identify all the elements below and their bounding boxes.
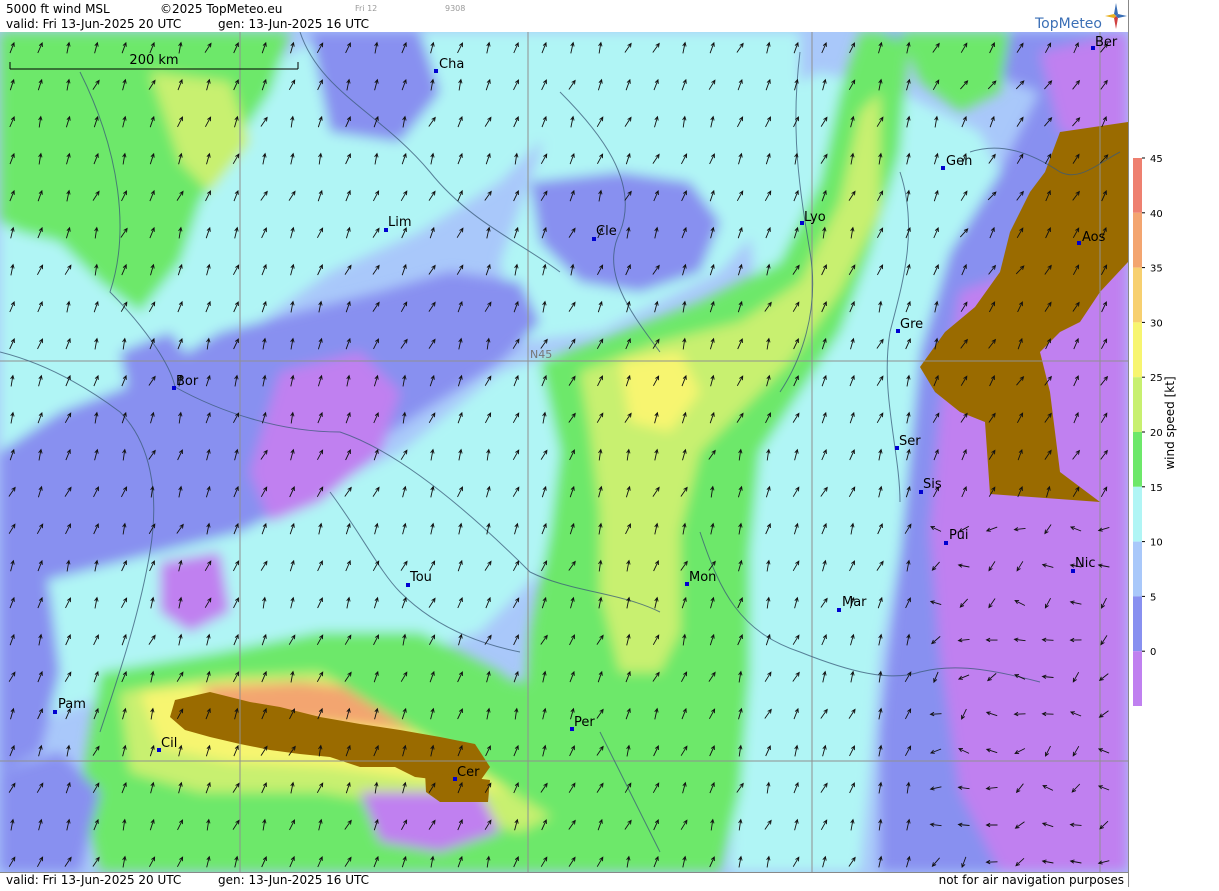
legend-tick-label: 5 xyxy=(1150,592,1156,603)
city-ber[interactable]: Ber xyxy=(1091,35,1118,50)
svg-text:Cle: Cle xyxy=(596,224,617,239)
city-per[interactable]: Per xyxy=(570,715,595,731)
city-gen[interactable]: Gen xyxy=(941,154,972,170)
legend-tick-label: 0 xyxy=(1150,647,1156,658)
city-aos[interactable]: Aos xyxy=(1077,230,1106,245)
svg-text:Cha: Cha xyxy=(439,57,464,72)
city-cil[interactable]: Cil xyxy=(157,736,177,752)
wind-speed-field: 200 km N45 Ber Cha Gen Lim Cle Lyo Aos G… xyxy=(0,32,1128,872)
svg-text:Ber: Ber xyxy=(1095,35,1118,50)
topmeteo-logo: TopMeteo xyxy=(1030,3,1128,32)
svg-text:Lyo: Lyo xyxy=(804,210,826,225)
gen-time: gen: 13-Jun-2025 16 UTC xyxy=(218,17,370,31)
city-mon[interactable]: Mon xyxy=(685,570,716,586)
footer-valid: valid: Fri 13-Jun-2025 20 UTC xyxy=(6,873,182,887)
legend-swatch xyxy=(1133,432,1142,487)
product-title: 5000 ft wind MSL xyxy=(6,2,110,16)
city-tou[interactable]: Tou xyxy=(406,570,432,587)
svg-text:Mon: Mon xyxy=(689,570,716,585)
legend-swatch xyxy=(1133,651,1142,706)
city-cer[interactable]: Cer xyxy=(453,765,480,781)
city-ser[interactable]: Ser xyxy=(895,434,921,450)
legend-swatch xyxy=(1133,212,1142,268)
svg-text:Sis: Sis xyxy=(923,477,942,492)
legend-tick-label: 25 xyxy=(1150,373,1163,384)
svg-text:Gre: Gre xyxy=(900,317,923,332)
city-pam[interactable]: Pam xyxy=(53,697,86,714)
scale-bar-label: 200 km xyxy=(129,53,178,68)
legend-swatch xyxy=(1133,158,1142,213)
city-cha[interactable]: Cha xyxy=(434,57,464,73)
legend-tick-label: 30 xyxy=(1150,318,1163,329)
legend-swatch xyxy=(1133,486,1142,542)
legend-swatch xyxy=(1133,377,1142,432)
legend-tick-label: 35 xyxy=(1150,264,1163,275)
city-sis[interactable]: Sis xyxy=(919,477,942,494)
svg-text:Pam: Pam xyxy=(58,697,86,712)
svg-text:Aos: Aos xyxy=(1082,230,1106,245)
footer-bar: valid: Fri 13-Jun-2025 20 UTC gen: 13-Ju… xyxy=(0,872,1128,888)
legend-tick-label: 45 xyxy=(1150,154,1163,165)
svg-text:Cil: Cil xyxy=(161,736,177,751)
legend-tick-label: 15 xyxy=(1150,483,1163,494)
legend-tick-label: 40 xyxy=(1150,209,1163,220)
svg-text:Tou: Tou xyxy=(409,570,432,585)
latitude-label: N45 xyxy=(530,348,552,361)
day-small: Fri 12 xyxy=(355,4,378,13)
city-mar[interactable]: Mar xyxy=(837,595,867,612)
city-nic[interactable]: Nic xyxy=(1071,556,1095,573)
svg-text:Nic: Nic xyxy=(1075,556,1095,571)
legend-swatch xyxy=(1133,596,1142,652)
svg-text:Gen: Gen xyxy=(946,154,972,169)
header-bar: 5000 ft wind MSL ©2025 TopMeteo.eu Fri 1… xyxy=(0,0,1128,32)
city-bor[interactable]: Bor xyxy=(172,374,199,390)
copyright: ©2025 TopMeteo.eu xyxy=(160,2,283,16)
svg-text:Mar: Mar xyxy=(842,595,867,610)
footer-gen: gen: 13-Jun-2025 16 UTC xyxy=(218,873,370,887)
valid-time: valid: Fri 13-Jun-2025 20 UTC xyxy=(6,17,182,31)
footer-disclaimer: not for air navigation purposes xyxy=(938,873,1124,887)
city-gre[interactable]: Gre xyxy=(896,317,923,333)
svg-text:Pui: Pui xyxy=(949,528,968,543)
svg-text:Bor: Bor xyxy=(176,374,199,389)
compass-icon xyxy=(1105,3,1127,29)
city-lim[interactable]: Lim xyxy=(384,215,412,232)
svg-text:Lim: Lim xyxy=(388,215,412,230)
legend-tick-label: 20 xyxy=(1150,428,1163,439)
legend-swatch xyxy=(1133,267,1142,323)
legend-swatch xyxy=(1133,541,1142,597)
legend-tick-label: 10 xyxy=(1150,538,1163,549)
code-small: 9308 xyxy=(445,4,466,13)
city-cle[interactable]: Cle xyxy=(592,224,617,241)
legend-title: wind speed [kt] xyxy=(1163,376,1177,470)
city-lyo[interactable]: Lyo xyxy=(800,210,826,225)
svg-text:Cer: Cer xyxy=(457,765,480,780)
svg-text:Per: Per xyxy=(574,715,595,730)
svg-text:Ser: Ser xyxy=(899,434,921,449)
wind-map-canvas: 200 km N45 Ber Cha Gen Lim Cle Lyo Aos G… xyxy=(0,32,1128,872)
wind-map: 200 km N45 Ber Cha Gen Lim Cle Lyo Aos G… xyxy=(0,32,1128,872)
legend-swatch xyxy=(1133,322,1142,378)
